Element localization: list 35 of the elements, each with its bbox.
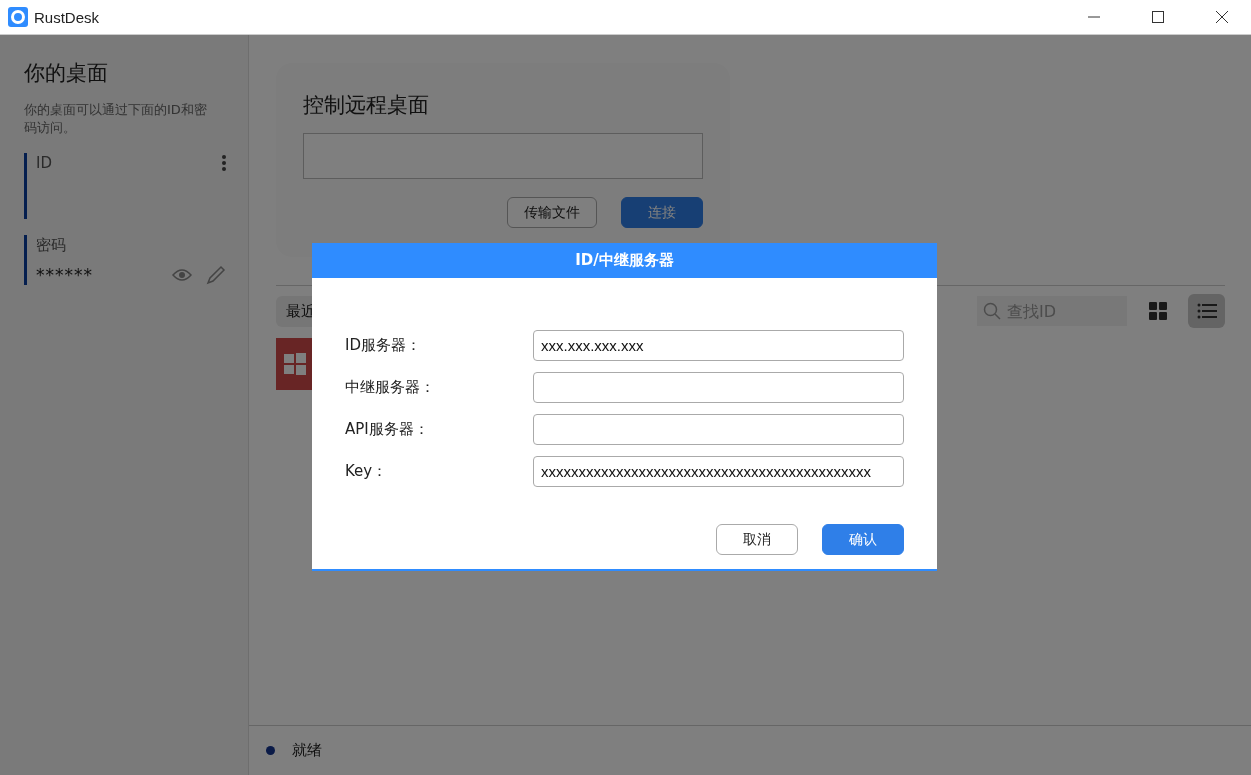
more-icon[interactable]: [222, 155, 226, 171]
input-field[interactable]: [533, 414, 904, 445]
input-field[interactable]: xxxxxxxxxxxxxxxxxxxxxxxxxxxxxxxxxxxxxxxxxxxx: [533, 456, 904, 487]
input-field[interactable]: [533, 372, 904, 403]
card-title: 控制远程桌面: [303, 92, 430, 119]
eye-icon[interactable]: [172, 268, 192, 282]
password-value: ******: [36, 265, 94, 285]
transfer-file-button[interactable]: 传输文件: [507, 197, 597, 228]
connect-button[interactable]: 连接: [621, 197, 703, 228]
field-label: Key：: [345, 462, 389, 481]
status-dot: [266, 746, 275, 755]
close-icon: [1216, 11, 1228, 23]
field-label: 中继服务器：: [345, 378, 436, 397]
status-text: 就绪: [292, 741, 322, 760]
sidebar-title: 你的桌面: [24, 60, 109, 87]
id-label: ID: [36, 154, 52, 172]
remote-id-field[interactable]: [303, 133, 703, 179]
confirm-button[interactable]: 确认: [822, 524, 904, 555]
field-label: API服务器：: [345, 420, 430, 439]
password-label: 密码: [36, 236, 66, 255]
maximize-icon: [1152, 11, 1164, 23]
cancel-button[interactable]: 取消: [716, 524, 798, 555]
grid-icon: [1147, 301, 1168, 321]
app-logo-icon: [8, 7, 28, 27]
windows-logo-icon: [284, 353, 306, 375]
list-view-button[interactable]: [1188, 294, 1225, 328]
window-title: RustDesk: [34, 8, 100, 26]
pencil-icon[interactable]: [206, 265, 226, 285]
sidebar-description: 你的桌面可以通过下面的ID和密码访问。: [24, 101, 208, 137]
windows-logo-tile[interactable]: [276, 338, 314, 390]
input-field[interactable]: xxx.xxx.xxx.xxx: [533, 330, 904, 361]
field-label: ID服务器：: [345, 336, 422, 355]
list-icon: [1196, 303, 1217, 319]
search-icon: [983, 302, 1001, 320]
dialog-title: ID/中继服务器: [312, 243, 937, 278]
